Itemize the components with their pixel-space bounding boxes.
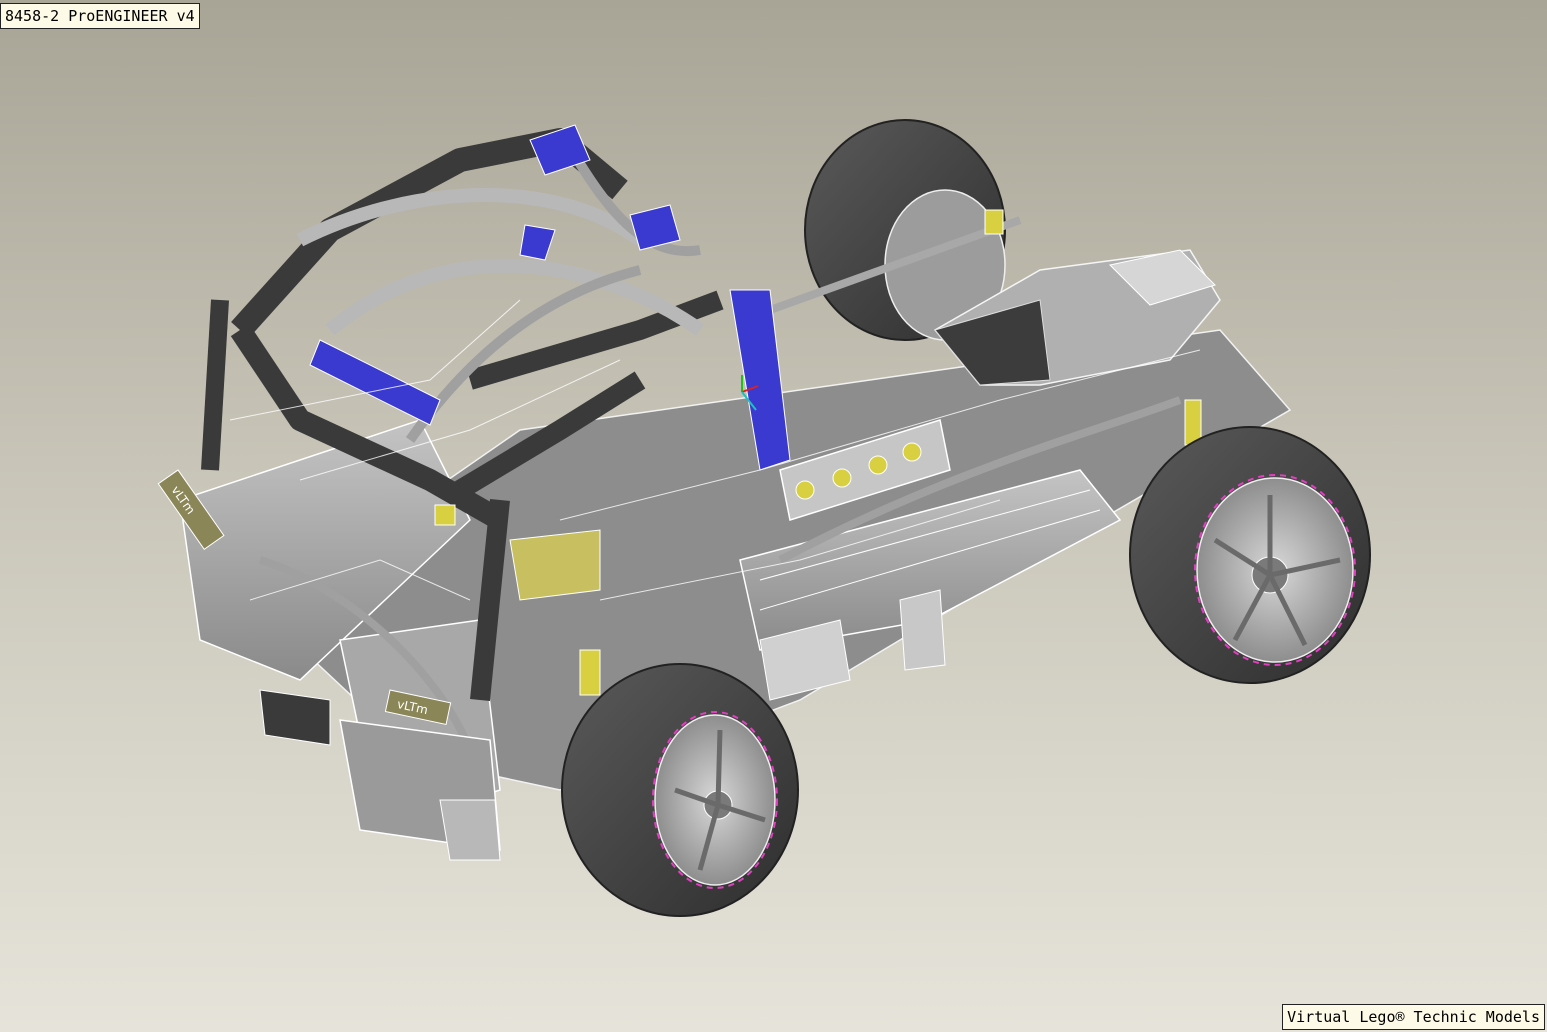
viewport-title-label: 8458-2 ProENGINEER v4 bbox=[0, 3, 200, 29]
wheel-front-right[interactable] bbox=[561, 663, 799, 917]
cad-viewport[interactable]: vLTm vLTm 8458-2 ProENGINEER v4 Virtual … bbox=[0, 0, 1547, 1032]
credit-label: Virtual Lego® Technic Models bbox=[1282, 1004, 1545, 1030]
wheel-rear-right[interactable] bbox=[1129, 426, 1371, 684]
lego-technic-car-model[interactable]: vLTm vLTm bbox=[0, 0, 1547, 1032]
